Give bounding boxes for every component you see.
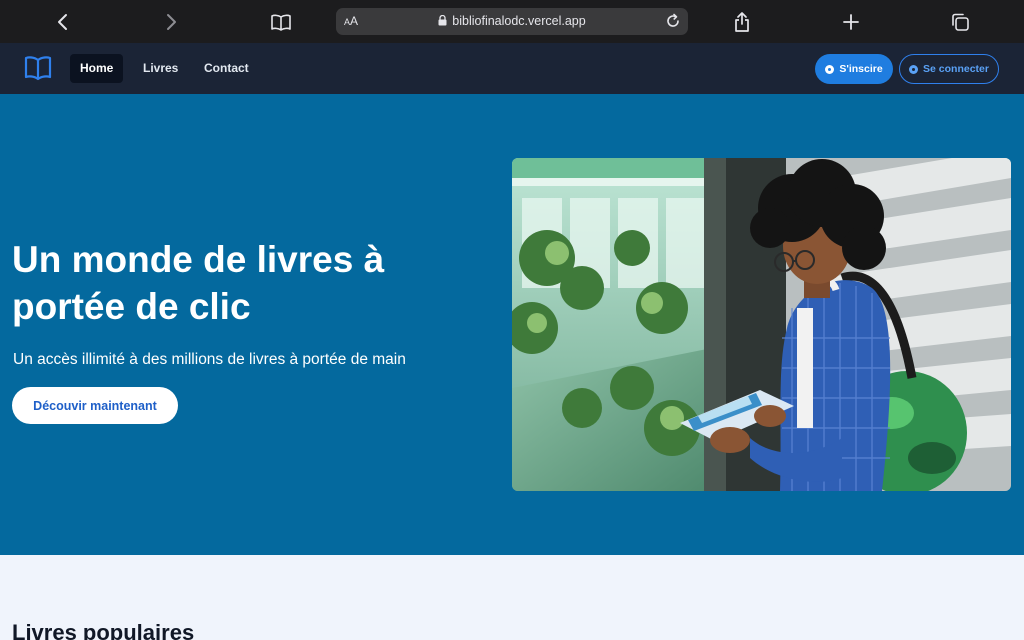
nav-link-livres[interactable]: Livres bbox=[133, 54, 188, 83]
browser-toolbar: AA bibliofinalodc.vercel.app bbox=[0, 0, 1024, 43]
nav-link-home[interactable]: Home bbox=[70, 54, 124, 83]
discover-button[interactable]: Découvir maintenant bbox=[12, 387, 178, 424]
section-title-popular-books: Livres populaires bbox=[12, 620, 195, 640]
bookmarks-icon[interactable] bbox=[268, 9, 294, 35]
back-icon[interactable] bbox=[50, 9, 76, 35]
book-logo-icon[interactable] bbox=[24, 55, 52, 86]
forward-icon[interactable] bbox=[158, 9, 184, 35]
reload-icon[interactable] bbox=[664, 12, 682, 35]
share-icon[interactable] bbox=[729, 9, 755, 35]
new-tab-icon[interactable] bbox=[838, 9, 864, 35]
signup-button[interactable]: S'inscire bbox=[815, 54, 893, 84]
nav-link-contact[interactable]: Contact bbox=[194, 54, 259, 83]
circle-dot-icon bbox=[825, 64, 835, 74]
hero-student-reading-image bbox=[512, 158, 1011, 491]
hero-subtitle: Un accès illimité à des millions de livr… bbox=[13, 351, 406, 368]
site-navbar: Home Livres Contact S'inscire Se connect… bbox=[0, 43, 1024, 94]
address-bar[interactable]: AA bibliofinalodc.vercel.app bbox=[336, 8, 688, 35]
tabs-overview-icon[interactable] bbox=[947, 9, 973, 35]
hero-section: Un monde de livres à portée de clic Un a… bbox=[0, 94, 1024, 555]
circle-dot-icon bbox=[909, 64, 919, 74]
url-text: bibliofinalodc.vercel.app bbox=[452, 14, 586, 28]
lock-icon bbox=[438, 14, 447, 26]
login-button[interactable]: Se connecter bbox=[899, 54, 999, 84]
hero-title: Un monde de livres à portée de clic bbox=[12, 239, 385, 327]
